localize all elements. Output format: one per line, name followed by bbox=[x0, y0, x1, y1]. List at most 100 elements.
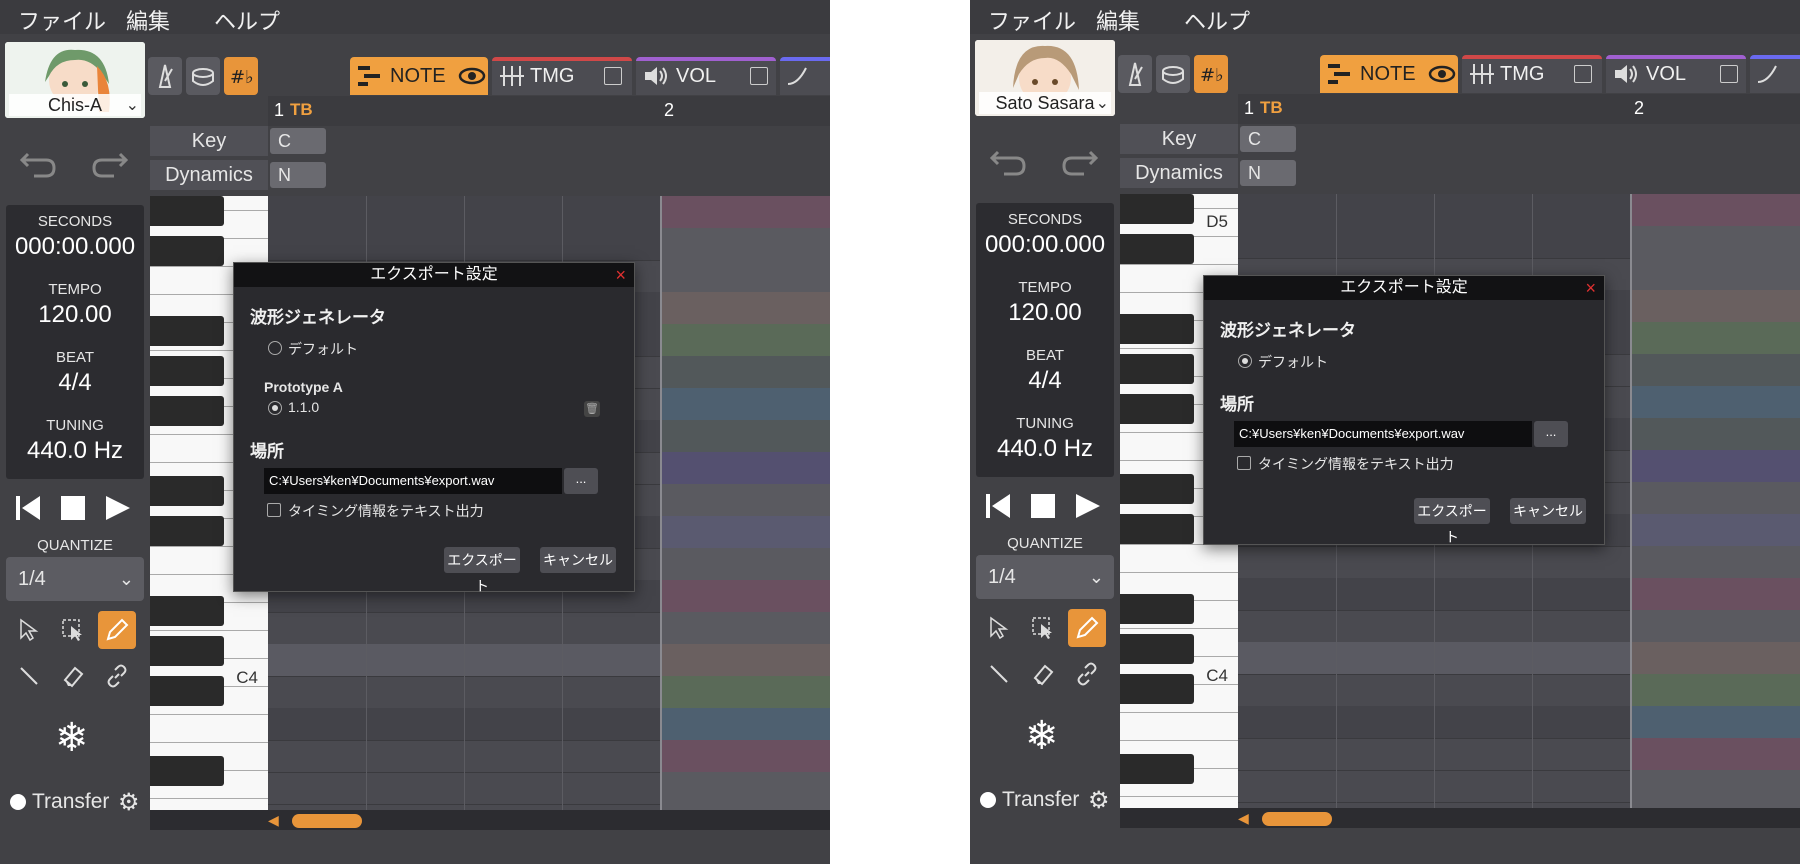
browse-button[interactable]: ... bbox=[564, 468, 598, 494]
eraser-tool[interactable] bbox=[54, 657, 92, 695]
key-sign-button[interactable]: #♭ bbox=[224, 57, 258, 95]
black-key[interactable] bbox=[150, 756, 224, 786]
timeline-ruler[interactable]: 1 TB 2 bbox=[1238, 94, 1800, 124]
timing-checkbox[interactable] bbox=[267, 503, 281, 517]
close-icon[interactable]: × bbox=[615, 263, 626, 287]
tab-vol-checkbox[interactable] bbox=[750, 67, 769, 85]
singer-selector[interactable]: Sato Sasara ⌄ bbox=[975, 40, 1115, 116]
gear-icon[interactable]: ⚙ bbox=[118, 788, 140, 817]
metronome-button[interactable] bbox=[1118, 55, 1152, 93]
menu-help[interactable]: ヘルプ bbox=[214, 4, 280, 36]
singer-selector[interactable]: Chis-A ⌄ bbox=[5, 42, 145, 118]
black-key[interactable] bbox=[150, 636, 224, 666]
tab-pitch[interactable] bbox=[780, 57, 830, 95]
metronome-button[interactable] bbox=[148, 57, 182, 95]
black-key[interactable] bbox=[1120, 754, 1194, 784]
tab-tmg-checkbox[interactable] bbox=[604, 67, 623, 85]
black-key[interactable] bbox=[150, 236, 224, 266]
tab-note[interactable]: NOTE bbox=[350, 57, 488, 95]
key-value-chip[interactable]: C bbox=[1240, 126, 1296, 152]
tab-pitch[interactable] bbox=[1750, 55, 1800, 93]
black-key[interactable] bbox=[1120, 594, 1194, 624]
freeze-snowflake-icon[interactable]: ❄ bbox=[55, 715, 89, 761]
cancel-button[interactable]: キャンセル bbox=[540, 547, 616, 573]
dynamics-value-chip[interactable]: N bbox=[270, 162, 326, 188]
link-tool[interactable] bbox=[98, 657, 136, 695]
timeline-ruler[interactable]: 1 TB 2 bbox=[268, 96, 830, 126]
trash-icon[interactable]: 🗑 bbox=[584, 401, 600, 417]
eye-icon[interactable] bbox=[458, 66, 486, 86]
black-key[interactable] bbox=[1120, 234, 1194, 264]
tempo-value[interactable]: 120.00 bbox=[6, 301, 144, 329]
marquee-tool[interactable] bbox=[1024, 609, 1062, 647]
pencil-tool[interactable] bbox=[1068, 609, 1106, 647]
select-tool[interactable] bbox=[980, 609, 1018, 647]
tab-tmg[interactable]: TMG bbox=[492, 57, 632, 95]
gear-icon[interactable]: ⚙ bbox=[1088, 786, 1110, 815]
drum-button[interactable] bbox=[1156, 55, 1190, 93]
play-icon[interactable] bbox=[1072, 488, 1102, 524]
black-key[interactable] bbox=[150, 356, 224, 386]
redo-icon[interactable] bbox=[88, 140, 130, 182]
menu-edit[interactable]: 編集 bbox=[1096, 4, 1140, 36]
transfer-toggle[interactable]: Transfer bbox=[10, 790, 109, 814]
redo-icon[interactable] bbox=[1058, 138, 1100, 180]
line-tool[interactable] bbox=[10, 657, 48, 695]
tuning-value[interactable]: 440.0 Hz bbox=[6, 437, 144, 465]
menu-file[interactable]: ファイル bbox=[988, 4, 1076, 36]
tab-vol[interactable]: VOL bbox=[636, 57, 776, 95]
eye-icon[interactable] bbox=[1428, 64, 1456, 84]
black-key[interactable] bbox=[150, 516, 224, 546]
black-key[interactable] bbox=[1120, 394, 1194, 424]
scroll-thumb[interactable] bbox=[1262, 812, 1332, 826]
menu-file[interactable]: ファイル bbox=[18, 4, 106, 36]
rewind-icon[interactable] bbox=[12, 490, 46, 526]
tab-tmg[interactable]: TMG bbox=[1462, 55, 1602, 93]
stop-icon[interactable] bbox=[58, 490, 88, 526]
quantize-select[interactable]: 1/4 ⌄ bbox=[6, 557, 144, 601]
key-sign-button[interactable]: #♭ bbox=[1194, 55, 1228, 93]
tab-vol-checkbox[interactable] bbox=[1720, 65, 1739, 83]
black-key[interactable] bbox=[150, 396, 224, 426]
black-key[interactable] bbox=[1120, 634, 1194, 664]
undo-icon[interactable] bbox=[18, 140, 60, 182]
black-key[interactable] bbox=[150, 476, 224, 506]
export-path-input[interactable] bbox=[264, 468, 562, 494]
drum-button[interactable] bbox=[186, 57, 220, 95]
menu-edit[interactable]: 編集 bbox=[126, 4, 170, 36]
timing-checkbox[interactable] bbox=[1237, 456, 1251, 470]
play-icon[interactable] bbox=[102, 490, 132, 526]
black-key[interactable] bbox=[150, 596, 224, 626]
black-key[interactable] bbox=[1120, 354, 1194, 384]
select-tool[interactable] bbox=[10, 611, 48, 649]
beat-value[interactable]: 4/4 bbox=[976, 367, 1114, 395]
export-button[interactable]: エクスポート bbox=[1414, 498, 1490, 545]
black-key[interactable] bbox=[150, 316, 224, 346]
browse-button[interactable]: ... bbox=[1534, 421, 1568, 447]
pencil-tool[interactable] bbox=[98, 611, 136, 649]
tab-note[interactable]: NOTE bbox=[1320, 55, 1458, 93]
quantize-select[interactable]: 1/4 ⌄ bbox=[976, 555, 1114, 599]
horizontal-scrollbar[interactable]: ◀ bbox=[1120, 808, 1800, 828]
menu-help[interactable]: ヘルプ bbox=[1184, 4, 1250, 36]
eraser-tool[interactable] bbox=[1024, 655, 1062, 693]
undo-icon[interactable] bbox=[988, 138, 1030, 180]
link-tool[interactable] bbox=[1068, 655, 1106, 693]
stop-icon[interactable] bbox=[1028, 488, 1058, 524]
scroll-left-icon[interactable]: ◀ bbox=[268, 812, 279, 829]
dynamics-value-chip[interactable]: N bbox=[1240, 160, 1296, 186]
radio-default[interactable] bbox=[268, 341, 282, 355]
tab-vol[interactable]: VOL bbox=[1606, 55, 1746, 93]
radio-engine-version[interactable] bbox=[268, 401, 282, 415]
tempo-value[interactable]: 120.00 bbox=[976, 299, 1114, 327]
black-key[interactable] bbox=[1120, 314, 1194, 344]
black-key[interactable] bbox=[1120, 194, 1194, 224]
horizontal-scrollbar[interactable]: ◀ bbox=[150, 810, 830, 830]
black-key[interactable] bbox=[150, 676, 224, 706]
black-key[interactable] bbox=[1120, 674, 1194, 704]
beat-value[interactable]: 4/4 bbox=[6, 369, 144, 397]
black-key[interactable] bbox=[1120, 514, 1194, 544]
black-key[interactable] bbox=[150, 196, 224, 226]
line-tool[interactable] bbox=[980, 655, 1018, 693]
tab-tmg-checkbox[interactable] bbox=[1574, 65, 1593, 83]
